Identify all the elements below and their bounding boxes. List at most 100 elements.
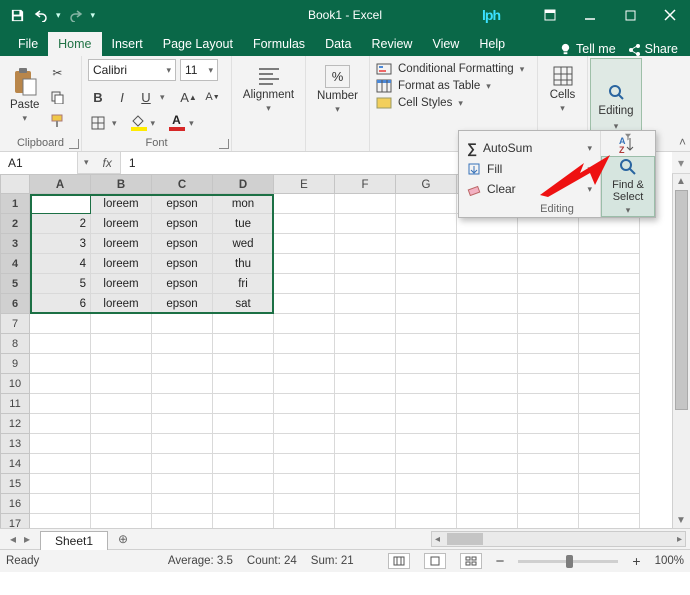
autosum-button[interactable]: ∑ AutoSum ▾ <box>465 137 594 159</box>
cell[interactable] <box>274 294 335 314</box>
cell[interactable] <box>274 494 335 514</box>
column-header[interactable]: D <box>213 174 274 194</box>
close-button[interactable] <box>650 0 690 30</box>
row-header[interactable]: 4 <box>0 254 30 274</box>
cell[interactable] <box>335 354 396 374</box>
cell[interactable] <box>396 494 457 514</box>
cell[interactable] <box>274 434 335 454</box>
cell[interactable] <box>274 274 335 294</box>
maximize-button[interactable] <box>610 0 650 30</box>
shrink-font-icon[interactable]: A▼ <box>203 87 223 107</box>
cell[interactable] <box>518 494 579 514</box>
cell[interactable] <box>30 394 91 414</box>
row-header[interactable]: 11 <box>0 394 30 414</box>
cell[interactable]: loreem <box>91 194 152 214</box>
column-header[interactable]: C <box>152 174 213 194</box>
cell[interactable] <box>213 314 274 334</box>
row-header[interactable]: 12 <box>0 414 30 434</box>
cell[interactable] <box>152 374 213 394</box>
cell[interactable] <box>518 334 579 354</box>
cell[interactable] <box>152 414 213 434</box>
cell[interactable] <box>579 274 640 294</box>
row-header[interactable]: 10 <box>0 374 30 394</box>
cell[interactable] <box>274 214 335 234</box>
font-name-combo[interactable]: Calibri▾ <box>88 59 176 81</box>
cell[interactable] <box>30 454 91 474</box>
cell[interactable]: 5 <box>30 274 91 294</box>
cell[interactable] <box>457 414 518 434</box>
cell[interactable] <box>457 234 518 254</box>
tab-file[interactable]: File <box>8 32 48 56</box>
cell[interactable] <box>335 334 396 354</box>
sheet-nav[interactable]: ◂▸ <box>0 532 40 546</box>
row-header[interactable]: 9 <box>0 354 30 374</box>
view-page-layout-icon[interactable] <box>424 553 446 569</box>
vertical-scroll-thumb[interactable] <box>675 190 688 410</box>
cell[interactable]: loreem <box>91 254 152 274</box>
vertical-scrollbar[interactable]: ▲ ▼ <box>672 174 690 528</box>
cell[interactable] <box>396 394 457 414</box>
cell[interactable]: 6 <box>30 294 91 314</box>
cell[interactable] <box>274 414 335 434</box>
cell[interactable] <box>518 254 579 274</box>
cell[interactable]: loreem <box>91 214 152 234</box>
undo-icon[interactable] <box>32 6 50 24</box>
conditional-formatting-button[interactable]: Conditional Formatting▾ <box>376 62 531 76</box>
cell[interactable] <box>579 354 640 374</box>
cell[interactable] <box>335 494 396 514</box>
cell[interactable] <box>396 454 457 474</box>
cell[interactable]: wed <box>213 234 274 254</box>
column-header[interactable]: F <box>335 174 396 194</box>
format-as-table-button[interactable]: Format as Table▾ <box>376 79 531 93</box>
row-header[interactable]: 5 <box>0 274 30 294</box>
select-all-corner[interactable] <box>0 174 30 194</box>
cell[interactable] <box>213 494 274 514</box>
cell[interactable] <box>457 494 518 514</box>
tab-view[interactable]: View <box>422 32 469 56</box>
cell[interactable] <box>579 394 640 414</box>
cell[interactable] <box>91 494 152 514</box>
cell[interactable] <box>274 354 335 374</box>
cell[interactable]: 3 <box>30 234 91 254</box>
cell[interactable] <box>91 434 152 454</box>
cell[interactable]: loreem <box>91 294 152 314</box>
underline-dropdown-icon[interactable]: ▾ <box>160 92 165 103</box>
customize-qat-icon[interactable]: ▾ <box>91 10 96 21</box>
cell[interactable] <box>457 314 518 334</box>
cell[interactable] <box>518 434 579 454</box>
new-sheet-button[interactable]: ⊕ <box>108 530 138 548</box>
zoom-out-button[interactable]: − <box>496 553 505 570</box>
cell[interactable]: epson <box>152 294 213 314</box>
cell[interactable] <box>579 434 640 454</box>
cell[interactable] <box>274 314 335 334</box>
cell[interactable] <box>152 434 213 454</box>
cell[interactable] <box>152 334 213 354</box>
cell[interactable] <box>335 434 396 454</box>
cell[interactable]: epson <box>152 214 213 234</box>
cell[interactable] <box>335 294 396 314</box>
cell[interactable] <box>335 254 396 274</box>
cell[interactable] <box>30 414 91 434</box>
cell[interactable]: sat <box>213 294 274 314</box>
grow-font-icon[interactable]: A▲ <box>179 87 199 107</box>
cell[interactable] <box>518 314 579 334</box>
cell[interactable] <box>91 314 152 334</box>
cell[interactable] <box>30 514 91 528</box>
cell[interactable] <box>335 394 396 414</box>
cell[interactable] <box>396 514 457 528</box>
fill-color-icon[interactable] <box>131 115 147 131</box>
cell[interactable] <box>91 474 152 494</box>
row-header[interactable]: 17 <box>0 514 30 528</box>
row-header[interactable]: 7 <box>0 314 30 334</box>
cell[interactable] <box>91 514 152 528</box>
font-size-combo[interactable]: 11▾ <box>180 59 218 81</box>
cell[interactable] <box>518 454 579 474</box>
cell[interactable]: 1 <box>30 194 91 214</box>
cell[interactable] <box>213 474 274 494</box>
row-header[interactable]: 14 <box>0 454 30 474</box>
cell[interactable] <box>274 334 335 354</box>
cell[interactable]: loreem <box>91 274 152 294</box>
row-header[interactable]: 2 <box>0 214 30 234</box>
cell[interactable] <box>518 474 579 494</box>
cell[interactable] <box>274 474 335 494</box>
